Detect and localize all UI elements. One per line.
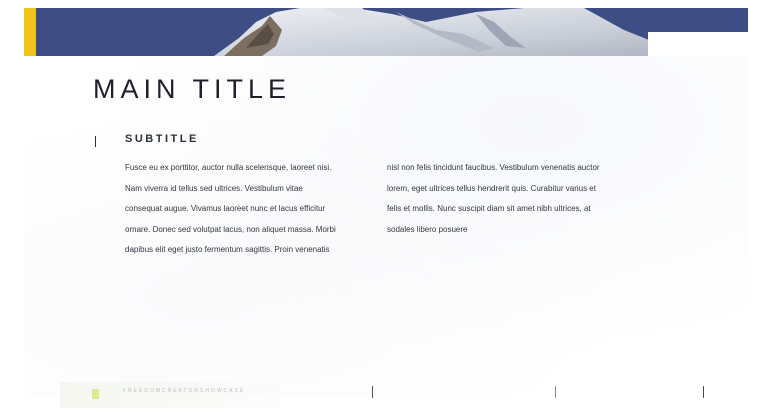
body-line: felis et mollis. Nunc suscipit diam sit … <box>387 204 591 214</box>
slide: MAIN TITLE SUBTITLE Fusce eu ex porttito… <box>0 0 768 412</box>
main-title: MAIN TITLE <box>93 74 292 104</box>
body-column-1: Fusce eu ex porttitor, auctor nulla scel… <box>125 158 377 261</box>
body-line: sodales libero posuere <box>387 224 468 234</box>
body-line: Fusce eu ex porttitor, auctor nulla scel… <box>125 163 332 172</box>
footer-text: FREEDOMCREATORSHOWCASE <box>123 388 246 394</box>
header-banner <box>24 8 748 56</box>
subtitle-marker <box>95 136 96 147</box>
footer-divider <box>555 386 556 398</box>
banner-notch <box>648 32 748 56</box>
subtitle: SUBTITLE <box>125 133 199 145</box>
mountain-photo <box>214 8 748 56</box>
body-line: consequat augue. Vivamus laoreet nunc et… <box>125 204 326 214</box>
body-line: dapibus elit eget justo fermentum sagitt… <box>125 245 330 255</box>
footer-divider <box>372 386 373 398</box>
footer-logo-icon <box>92 389 99 399</box>
footer-divider <box>703 386 704 398</box>
body-line: ornare. Donec sed volutpat lacus, non al… <box>125 224 336 234</box>
body-line: Nam viverra id tellus sed ultrices. Vest… <box>125 183 303 193</box>
body-line: nisl non felis tincidunt faucibus. Vesti… <box>387 163 600 172</box>
banner-accent-bar <box>24 8 36 56</box>
body-line: lorem, eget ultrices tellus hendrerit qu… <box>387 183 596 193</box>
body-column-2: nisl non felis tincidunt faucibus. Vesti… <box>387 158 643 240</box>
